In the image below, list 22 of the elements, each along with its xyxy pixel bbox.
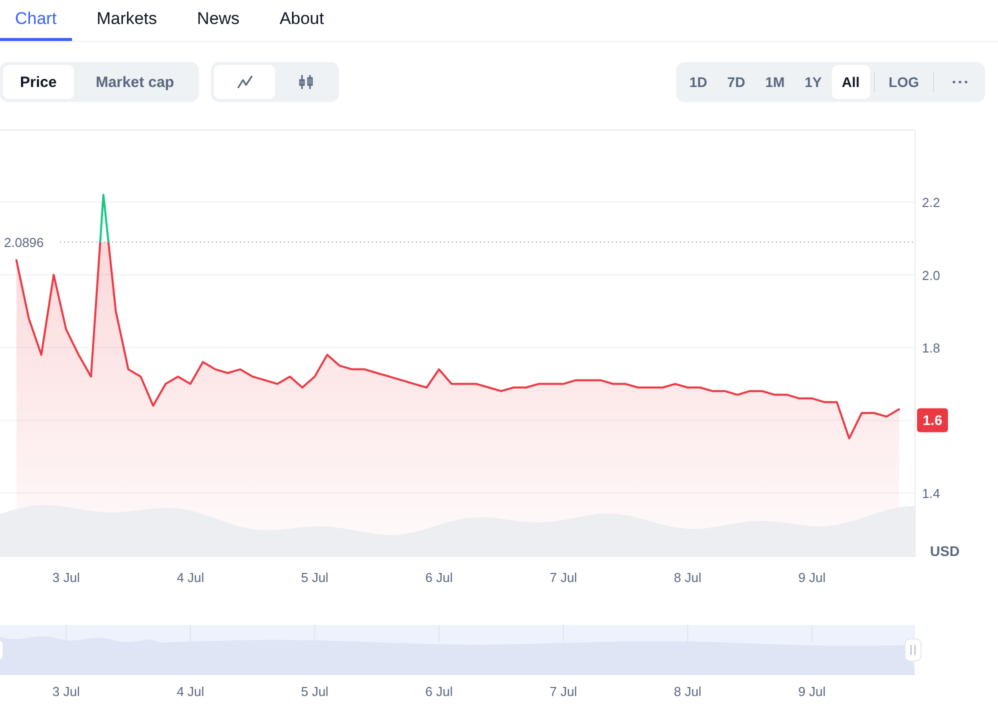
navigator-date-label: 7 Jul — [550, 684, 578, 699]
x-axis-label: 7 Jul — [550, 570, 578, 585]
y-axis-label: 1.4 — [922, 486, 940, 501]
y-axis-label: 2.0 — [922, 268, 940, 283]
navigator-date-label: 5 Jul — [301, 684, 328, 699]
x-axis-label: 5 Jul — [301, 570, 328, 585]
current-price-tag: 1.6 — [917, 408, 948, 432]
y-axis-label: 2.2 — [922, 195, 940, 210]
x-axis-label: 9 Jul — [798, 570, 826, 585]
navigator-date-label: 3 Jul — [52, 684, 80, 699]
currency-label: USD — [930, 543, 960, 559]
x-axis-label: 6 Jul — [425, 570, 453, 585]
x-axis-label: 4 Jul — [176, 570, 204, 585]
navigator-date-label: 9 Jul — [798, 684, 826, 699]
x-axis-label: 8 Jul — [674, 570, 702, 585]
x-axis-label: 3 Jul — [52, 570, 80, 585]
navigator-date-label: 6 Jul — [425, 684, 453, 699]
navigator-date-label: 8 Jul — [674, 684, 702, 699]
navigator-date-label: 4 Jul — [176, 684, 204, 699]
reference-value: 2.0896 — [4, 235, 44, 250]
y-axis-label: 1.8 — [922, 340, 940, 356]
ref-line-label: 1.6 — [922, 412, 942, 428]
